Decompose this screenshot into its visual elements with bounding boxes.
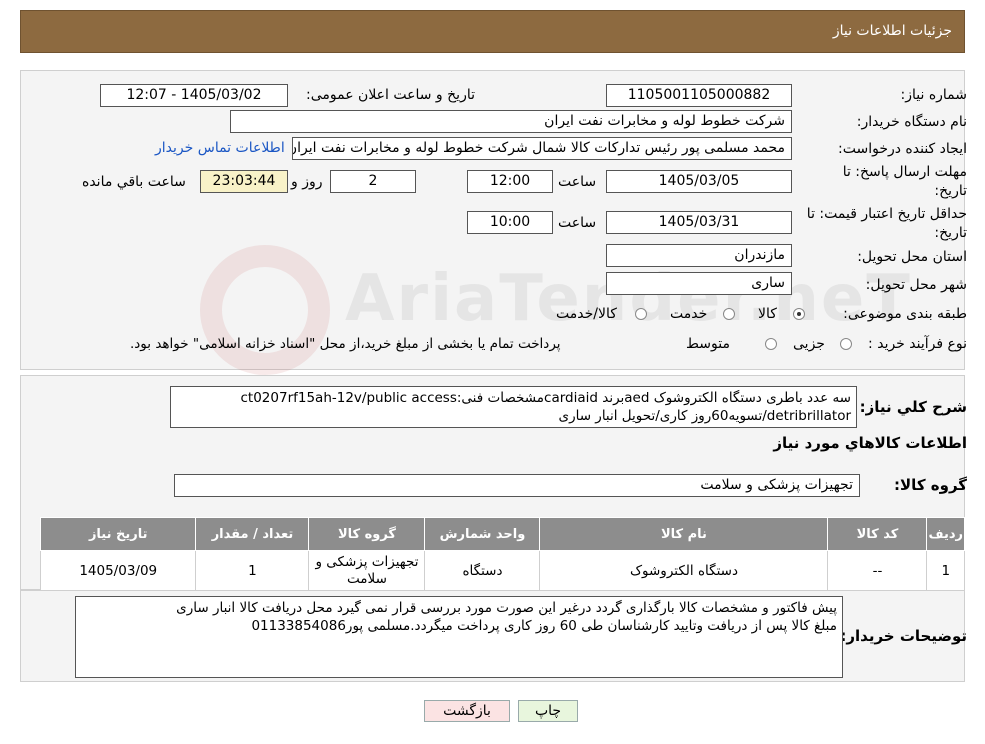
description-line-1: سه عدد باطری دستگاه الکتروشوک aedبرند ca… — [240, 390, 852, 406]
deadline-date-field: 1405/03/05 — [606, 170, 792, 193]
goods-table-header: ردیف کد کالا نام کالا واحد شمارش گروه کا… — [39, 517, 965, 551]
buyer-notes-textarea[interactable]: پیش فاکتور و مشخصات کالا بارگذاری گردد د… — [75, 596, 843, 678]
validity-label-text: حداقل تاریخ اعتبار قیمت: تا تاریخ: — [806, 206, 967, 241]
description-label: شرح کلي نیاز: — [859, 398, 967, 416]
description-textarea[interactable]: سه عدد باطری دستگاه الکتروشوک aedبرند ca… — [170, 386, 857, 428]
days-field: 2 — [330, 170, 416, 193]
province-field: مازندران — [606, 244, 792, 267]
col-group: گروه کالا — [308, 517, 426, 551]
process-note: پرداخت تمام یا بخشی از مبلغ خرید،از محل … — [130, 336, 561, 352]
cell-item-code: -- — [827, 550, 928, 592]
buyer-org-field: شرکت خطوط لوله و مخابرات نفت ایران — [230, 110, 792, 133]
need-number-field: 1105001105000882 — [606, 84, 792, 107]
page-title: جزئیات اطلاعات نیاز — [832, 23, 952, 39]
goods-group-label: گروه کالا: — [894, 476, 967, 494]
page-header: جزئیات اطلاعات نیاز — [20, 10, 965, 53]
validity-time-label: ساعت — [558, 215, 597, 231]
category-option-goods: کالا — [758, 306, 777, 322]
deadline-label: مهلت ارسال پاسخ: تا تاریخ: — [817, 163, 967, 201]
cell-item-name: دستگاه الکتروشوک — [539, 550, 829, 592]
validity-time-field: 10:00 — [467, 211, 553, 234]
process-radio-medium[interactable] — [765, 338, 777, 350]
watermark-logo — [200, 245, 330, 375]
remaining-time-field: 23:03:44 — [200, 170, 288, 193]
city-field: ساری — [606, 272, 792, 295]
requester-label: ایجاد کننده درخواست: — [838, 141, 967, 157]
buyer-contact-link[interactable]: اطلاعات تماس خریدار — [155, 140, 285, 156]
buyer-org-label: نام دستگاه خریدار: — [856, 114, 967, 130]
category-option-both: کالا/خدمت — [556, 306, 617, 322]
days-label: روز و — [291, 174, 323, 190]
col-item-name: نام کالا — [539, 517, 829, 551]
col-unit: واحد شمارش — [424, 517, 541, 551]
announce-field: 1405/03/02 - 12:07 — [100, 84, 288, 107]
goods-table: ردیف کد کالا نام کالا واحد شمارش گروه کا… — [39, 517, 965, 592]
validity-date-field: 1405/03/31 — [606, 211, 792, 234]
process-option-medium: متوسط — [686, 336, 730, 352]
cell-need-date: 1405/03/09 — [39, 550, 197, 592]
province-label: استان محل تحویل: — [857, 249, 967, 265]
description-line-2: detribrillator/تسویه60روز کاری/تحویل انب… — [558, 408, 852, 424]
deadline-label-text: مهلت ارسال پاسخ: تا تاریخ: — [842, 164, 967, 199]
print-button[interactable]: چاپ — [518, 700, 578, 722]
col-quantity: تعداد / مقدار — [195, 517, 310, 551]
process-label: نوع فرآیند خرید : — [868, 336, 967, 352]
remaining-label: ساعت باقي مانده — [82, 174, 186, 190]
goods-group-field: تجهیزات پزشکی و سلامت — [174, 474, 860, 497]
process-option-minor: جزیی — [793, 336, 825, 352]
buyer-notes-line-1: پیش فاکتور و مشخصات کالا بارگذاری گردد د… — [176, 600, 837, 616]
announce-label: تاریخ و ساعت اعلان عمومی: — [306, 87, 475, 103]
col-row-num: ردیف — [926, 517, 965, 551]
buyer-notes-label: توضیحات خریدار: — [840, 627, 967, 645]
city-label: شهر محل تحویل: — [865, 277, 967, 293]
category-radio-goods[interactable] — [793, 308, 805, 320]
validity-label: حداقل تاریخ اعتبار قیمت: تا تاریخ: — [797, 205, 967, 243]
requester-field: محمد مسلمی پور رئیس تدارکات کالا شمال شر… — [292, 137, 792, 160]
cell-group: تجهیزات پزشکی و سلامت — [308, 550, 426, 592]
col-item-code: کد کالا — [827, 517, 928, 551]
process-radio-minor[interactable] — [840, 338, 852, 350]
category-option-service: خدمت — [670, 306, 708, 322]
back-button[interactable]: بازگشت — [424, 700, 510, 722]
deadline-time-field: 12:00 — [467, 170, 553, 193]
cell-unit: دستگاه — [424, 550, 541, 592]
category-radio-both[interactable] — [635, 308, 647, 320]
deadline-time-label: ساعت — [558, 174, 597, 190]
need-number-label: شماره نیاز: — [900, 87, 968, 103]
buyer-notes-line-2: مبلغ کالا پس از دریافت وتایید کارشناسان … — [251, 618, 837, 634]
cell-row-num: 1 — [926, 550, 965, 592]
cell-quantity: 1 — [195, 550, 310, 592]
category-label: طبقه بندی موضوعی: — [843, 306, 967, 322]
goods-section-title: اطلاعات کالاهاي مورد نیاز — [773, 434, 967, 452]
col-need-date: تاریخ نیاز — [39, 517, 197, 551]
table-row: 1 -- دستگاه الکتروشوک دستگاه تجهیزات پزش… — [39, 550, 965, 592]
category-radio-service[interactable] — [723, 308, 735, 320]
